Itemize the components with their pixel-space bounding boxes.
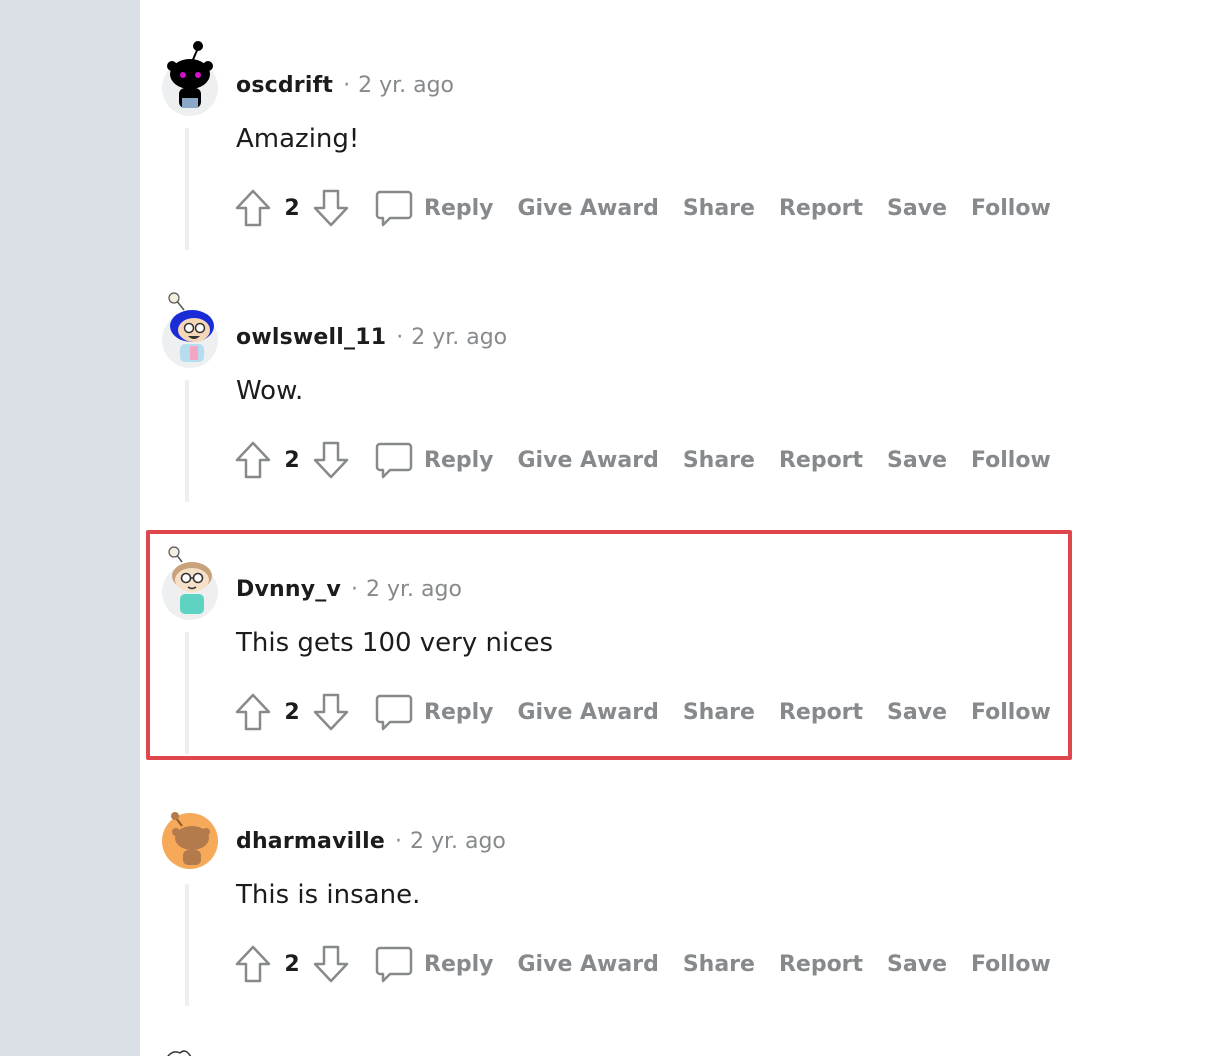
comment-text: Amazing!: [236, 124, 360, 154]
left-gutter: [0, 0, 140, 1056]
comment-bubble-icon: [372, 187, 416, 229]
comment-meta: owlswell_11 · 2 yr. ago: [236, 322, 507, 352]
comment-bubble-icon: [372, 943, 416, 985]
comment-text: This gets 100 very nices: [236, 628, 554, 658]
reply-label[interactable]: Reply: [424, 952, 494, 977]
username[interactable]: oscdrift: [236, 73, 333, 98]
downvote-button[interactable]: [310, 439, 352, 481]
report-button[interactable]: Report: [779, 448, 863, 473]
timestamp[interactable]: 2 yr. ago: [410, 829, 506, 854]
username[interactable]: Dvnny_v: [236, 577, 341, 602]
share-button[interactable]: Share: [683, 196, 755, 221]
comment-actions: 2 Reply Give Award Share Report Save Fol…: [232, 438, 1051, 482]
save-button[interactable]: Save: [887, 448, 947, 473]
comment: oscdrift · 2 yr. ago Amazing! 2 Reply Gi…: [162, 40, 1062, 270]
comment-text: This is insane.: [236, 880, 421, 910]
downvote-button[interactable]: [310, 187, 352, 229]
vote-count: 2: [284, 951, 300, 977]
timestamp[interactable]: 2 yr. ago: [358, 73, 454, 98]
save-button[interactable]: Save: [887, 196, 947, 221]
comment-bubble-icon: [372, 691, 416, 733]
vote-count: 2: [284, 195, 300, 221]
separator-dot: ·: [394, 828, 402, 854]
comment-text: Wow.: [236, 376, 304, 406]
give-award-button[interactable]: Give Award: [518, 700, 659, 725]
follow-button[interactable]: Follow: [971, 952, 1051, 977]
comment-meta: oscdrift · 2 yr. ago: [236, 70, 454, 100]
thread-line[interactable]: [185, 884, 189, 1006]
comment: owlswell_11 · 2 yr. ago Wow. 2 Reply Giv…: [162, 292, 1062, 522]
downvote-arrow-icon: [313, 945, 349, 983]
user-avatar[interactable]: [162, 292, 218, 368]
report-button[interactable]: Report: [779, 952, 863, 977]
comment-meta: dharmaville · 2 yr. ago: [236, 826, 506, 856]
downvote-arrow-icon: [313, 189, 349, 227]
vote-count: 2: [284, 447, 300, 473]
share-button[interactable]: Share: [683, 448, 755, 473]
separator-dot: ·: [396, 324, 404, 350]
follow-button[interactable]: Follow: [971, 700, 1051, 725]
comment-bubble-icon: [372, 439, 416, 481]
username[interactable]: dharmaville: [236, 829, 385, 854]
upvote-arrow-icon: [235, 189, 271, 227]
reply-button[interactable]: Reply: [372, 439, 494, 481]
vote-count: 2: [284, 699, 300, 725]
reply-button[interactable]: Reply: [372, 187, 494, 229]
comment-actions: 2 Reply Give Award Share Report Save Fol…: [232, 186, 1051, 230]
comment-actions: 2 Reply Give Award Share Report Save Fol…: [232, 942, 1051, 986]
downvote-button[interactable]: [310, 943, 352, 985]
comment-actions: 2 Reply Give Award Share Report Save Fol…: [232, 690, 1051, 734]
downvote-arrow-icon: [313, 693, 349, 731]
report-button[interactable]: Report: [779, 196, 863, 221]
comment: Dvnny_v · 2 yr. ago This gets 100 very n…: [162, 544, 1062, 774]
thread-line[interactable]: [185, 380, 189, 502]
user-avatar[interactable]: [162, 544, 218, 620]
user-avatar[interactable]: [162, 40, 218, 116]
share-button[interactable]: Share: [683, 700, 755, 725]
downvote-button[interactable]: [310, 691, 352, 733]
reply-label[interactable]: Reply: [424, 448, 494, 473]
share-button[interactable]: Share: [683, 952, 755, 977]
upvote-button[interactable]: [232, 691, 274, 733]
thread-line[interactable]: [185, 128, 189, 250]
comment: dharmaville · 2 yr. ago This is insane. …: [162, 796, 1062, 1026]
comment-meta: Dvnny_v · 2 yr. ago: [236, 574, 462, 604]
reply-button[interactable]: Reply: [372, 943, 494, 985]
upvote-button[interactable]: [232, 439, 274, 481]
follow-button[interactable]: Follow: [971, 196, 1051, 221]
separator-dot: ·: [343, 72, 351, 98]
report-button[interactable]: Report: [779, 700, 863, 725]
downvote-arrow-icon: [313, 441, 349, 479]
user-avatar[interactable]: [162, 796, 218, 869]
reply-label[interactable]: Reply: [424, 700, 494, 725]
save-button[interactable]: Save: [887, 952, 947, 977]
separator-dot: ·: [351, 576, 359, 602]
give-award-button[interactable]: Give Award: [518, 448, 659, 473]
give-award-button[interactable]: Give Award: [518, 952, 659, 977]
upvote-arrow-icon: [235, 693, 271, 731]
thread-line[interactable]: [185, 632, 189, 754]
save-button[interactable]: Save: [887, 700, 947, 725]
upvote-arrow-icon: [235, 441, 271, 479]
upvote-button[interactable]: [232, 943, 274, 985]
username[interactable]: owlswell_11: [236, 325, 386, 350]
timestamp[interactable]: 2 yr. ago: [411, 325, 507, 350]
reply-label[interactable]: Reply: [424, 196, 494, 221]
upvote-arrow-icon: [235, 945, 271, 983]
give-award-button[interactable]: Give Award: [518, 196, 659, 221]
reply-button[interactable]: Reply: [372, 691, 494, 733]
upvote-button[interactable]: [232, 187, 274, 229]
follow-button[interactable]: Follow: [971, 448, 1051, 473]
timestamp[interactable]: 2 yr. ago: [366, 577, 462, 602]
next-comment-avatar[interactable]: [162, 1044, 202, 1056]
